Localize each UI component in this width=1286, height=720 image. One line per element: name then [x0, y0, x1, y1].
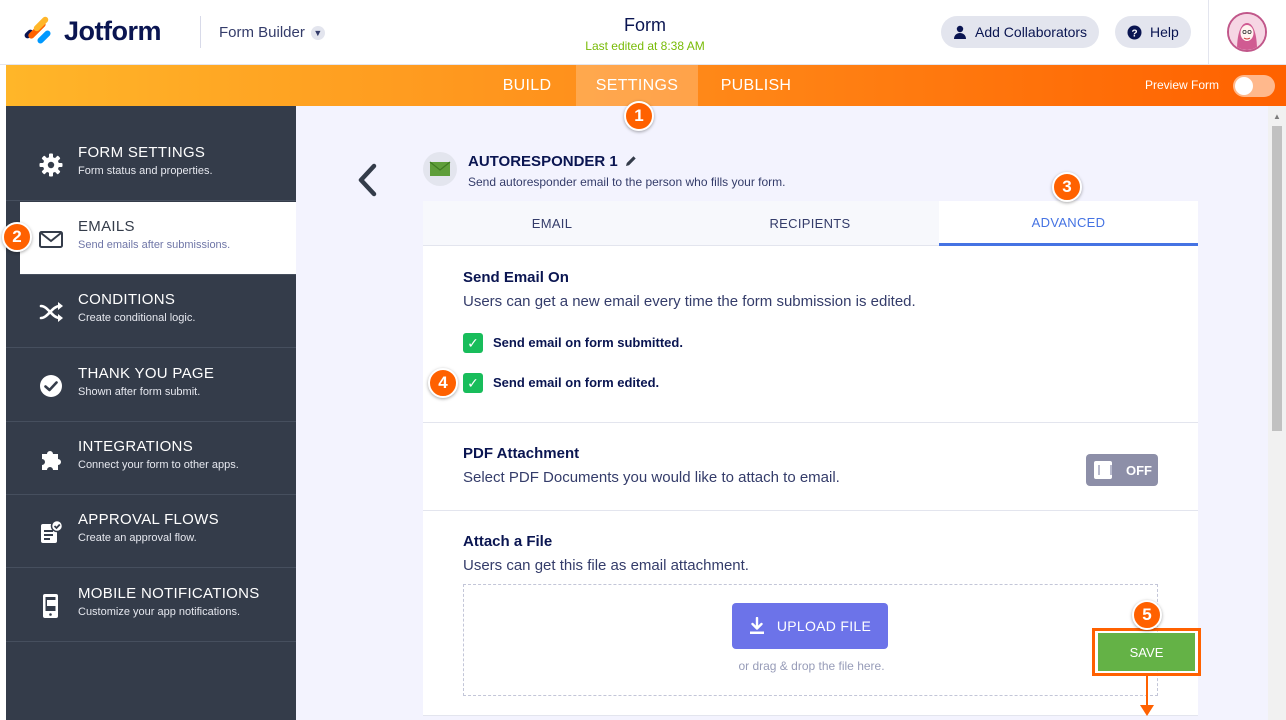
- help-label: Help: [1150, 24, 1179, 40]
- builder-nav-bar: BUILD SETTINGS PUBLISH Preview Form: [6, 65, 1286, 106]
- sidebar-item-thank-you-page[interactable]: THANK YOU PAGE Shown after form submit.: [6, 349, 296, 422]
- puzzle-icon: [42, 451, 61, 470]
- form-builder-dropdown[interactable]: Form Builder ▼: [219, 24, 325, 41]
- autoresponder-title-text: AUTORESPONDER 1: [468, 153, 618, 170]
- step-badge-5: 5: [1132, 600, 1162, 630]
- sidebar-item-emails[interactable]: EMAILS Send emails after submissions.: [20, 202, 296, 275]
- tab-email[interactable]: EMAIL: [423, 201, 681, 246]
- step-badge-1: 1: [624, 101, 654, 131]
- approval-icon: [41, 519, 64, 543]
- section-desc: Users can get this file as email attachm…: [463, 557, 749, 574]
- add-collaborators-label: Add Collaborators: [975, 24, 1088, 40]
- autoresponder-subtitle: Send autoresponder email to the person w…: [468, 175, 786, 189]
- submitted-checkbox[interactable]: ✓: [463, 333, 483, 353]
- sidebar-item-approval-flows[interactable]: APPROVAL FLOWS Create an approval flow.: [6, 495, 296, 568]
- send-email-on-section: Send Email On Users can get a new email …: [423, 246, 1198, 423]
- sidebar-item-mobile-notifications[interactable]: MOBILE NOTIFICATIONS Customize your app …: [6, 569, 296, 642]
- toggle-knob: [1235, 77, 1253, 95]
- tab-recipients[interactable]: RECIPIENTS: [681, 201, 939, 246]
- chevron-down-icon: ▼: [310, 25, 325, 40]
- drop-hint: or drag & drop the file here.: [738, 659, 885, 673]
- user-icon: [954, 25, 966, 39]
- sidebar-item-title: MOBILE NOTIFICATIONS: [78, 585, 260, 602]
- step-badge-4: 4: [428, 368, 458, 398]
- attach-file-section: Attach a File Users can get this file as…: [423, 511, 1198, 716]
- step-badge-2: 2: [2, 222, 32, 252]
- avatar-separator: [1208, 0, 1209, 64]
- section-title: Send Email On: [463, 269, 569, 286]
- preview-form-label: Preview Form: [1145, 78, 1220, 92]
- tab-advanced[interactable]: ADVANCED: [939, 201, 1198, 246]
- logo-text: Jotform: [64, 16, 162, 46]
- jotform-logo[interactable]: Jotform: [22, 15, 162, 47]
- edited-checkbox[interactable]: ✓: [463, 373, 483, 393]
- sidebar-item-title: EMAILS: [78, 218, 135, 235]
- section-desc: Select PDF Documents you would like to a…: [463, 469, 840, 486]
- sidebar-item-conditions[interactable]: CONDITIONS Create conditional logic.: [6, 275, 296, 348]
- autoresponder-icon: [423, 152, 457, 186]
- shuffle-icon: [39, 302, 63, 322]
- sidebar-item-title: THANK YOU PAGE: [78, 365, 215, 382]
- sidebar-item-integrations[interactable]: INTEGRATIONS Connect your form to other …: [6, 422, 296, 495]
- avatar[interactable]: [1227, 12, 1267, 52]
- add-collaborators-button[interactable]: Add Collaborators: [941, 16, 1100, 48]
- preview-form-toggle[interactable]: [1233, 75, 1275, 97]
- top-header: Jotform Form Builder ▼ Form Last edited …: [0, 0, 1286, 65]
- nav-tab-publish[interactable]: PUBLISH: [702, 65, 810, 106]
- sidebar-item-desc: Form status and properties.: [78, 165, 213, 177]
- toggle-label: OFF: [1126, 462, 1152, 478]
- download-icon: [749, 617, 764, 634]
- svg-text:?: ?: [1131, 28, 1137, 39]
- file-dropzone[interactable]: UPLOAD FILE or drag & drop the file here…: [463, 584, 1158, 696]
- nav-tab-build[interactable]: BUILD: [482, 65, 572, 106]
- sidebar-item-title: FORM SETTINGS: [78, 144, 206, 161]
- form-builder-label: Form Builder: [219, 24, 305, 41]
- mobile-icon: [43, 594, 58, 618]
- save-button[interactable]: SAVE: [1098, 633, 1195, 671]
- sidebar-item-form-settings[interactable]: FORM SETTINGS Form status and properties…: [6, 128, 296, 201]
- upload-file-button[interactable]: UPLOAD FILE: [732, 603, 888, 649]
- scrollbar[interactable]: ▲: [1268, 106, 1286, 720]
- help-icon: ?: [1127, 25, 1142, 39]
- pencil-icon[interactable]: [624, 155, 637, 168]
- email-envelope-icon: [429, 161, 451, 176]
- back-arrow-icon[interactable]: [352, 160, 382, 200]
- autoresponder-title[interactable]: AUTORESPONDER 1: [468, 153, 637, 170]
- pdf-attachment-toggle[interactable]: OFF: [1086, 454, 1158, 486]
- sidebar-item-desc: Create an approval flow.: [78, 532, 197, 544]
- edited-checkbox-label[interactable]: Send email on form edited.: [493, 375, 659, 390]
- sidebar-item-desc: Send emails after submissions.: [78, 239, 231, 251]
- email-tabs: EMAIL RECIPIENTS ADVANCED: [423, 201, 1198, 246]
- form-title[interactable]: Form: [560, 15, 730, 36]
- sidebar-item-title: APPROVAL FLOWS: [78, 511, 219, 528]
- sidebar-item-desc: Shown after form submit.: [78, 386, 201, 398]
- scrollbar-thumb[interactable]: [1272, 126, 1282, 431]
- sidebar-item-desc: Connect your form to other apps.: [78, 459, 239, 471]
- sidebar-item-desc: Customize your app notifications.: [78, 606, 241, 618]
- sidebar-item-title: INTEGRATIONS: [78, 438, 193, 455]
- jotform-logo-icon: [22, 15, 52, 47]
- sidebar-item-title: CONDITIONS: [78, 291, 176, 308]
- nav-tab-settings[interactable]: SETTINGS: [576, 65, 698, 106]
- check-circle-icon: [40, 375, 62, 397]
- submitted-checkbox-label[interactable]: Send email on form submitted.: [493, 335, 683, 350]
- pdf-attachment-section: PDF Attachment Select PDF Documents you …: [423, 423, 1198, 511]
- annotation-arrow-head: [1140, 705, 1154, 716]
- step-badge-3: 3: [1052, 172, 1082, 202]
- header-divider: [200, 16, 201, 48]
- section-title: Attach a File: [463, 533, 553, 550]
- toggle-handle-icon: [1094, 461, 1112, 479]
- upload-file-label: UPLOAD FILE: [776, 618, 872, 634]
- gear-icon: [39, 153, 63, 177]
- section-title: PDF Attachment: [463, 445, 580, 462]
- settings-sidebar: FORM SETTINGS Form status and properties…: [6, 106, 296, 720]
- last-edited-text: Last edited at 8:38 AM: [585, 39, 705, 53]
- scroll-up-icon[interactable]: ▲: [1273, 112, 1281, 121]
- envelope-icon: [39, 231, 63, 248]
- help-button[interactable]: ? Help: [1115, 16, 1191, 48]
- sidebar-item-desc: Create conditional logic.: [78, 312, 196, 324]
- section-desc: Users can get a new email every time the…: [463, 293, 916, 310]
- avatar-image: [1229, 14, 1265, 50]
